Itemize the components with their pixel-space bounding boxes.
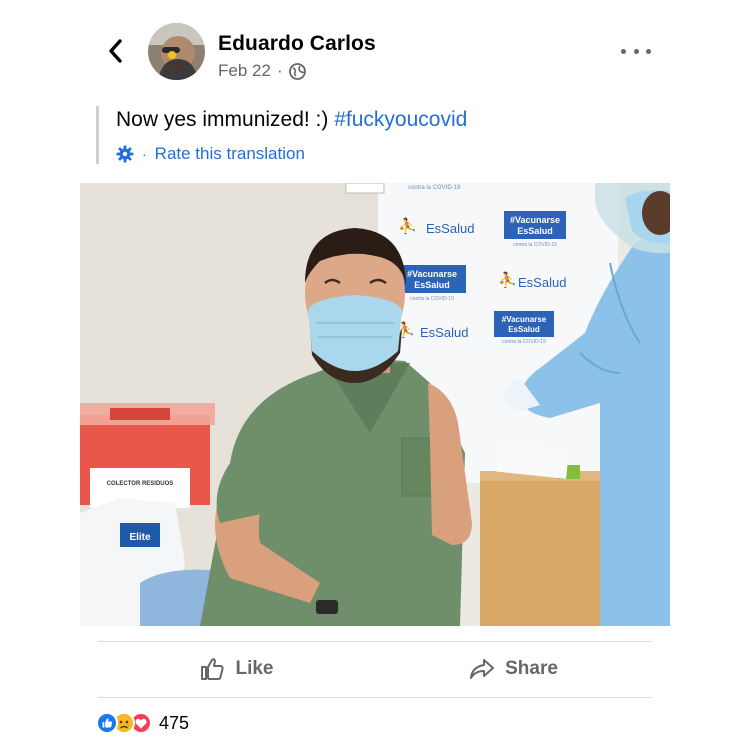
banner-tag-line2: EsSalud [508, 325, 540, 334]
like-label: Like [235, 658, 274, 679]
hashtag-link[interactable]: #fuckyoucovid [334, 108, 467, 131]
vaccination-photo: contra la COVID-19 ⛹ EsSalud #Vacunarse … [80, 183, 670, 626]
banner-tag: #Vacunarse EsSalud contra la COVID-19 [504, 211, 566, 248]
reaction-count: 475 [159, 712, 190, 733]
globe-icon [288, 62, 306, 80]
post-body: Now yes immunized! :) #fuckyoucovid · Ra… [96, 106, 656, 164]
post-header: Eduardo Carlos Feb 22 · [0, 0, 750, 100]
sharps-container: COLECTOR RESIDUOS [80, 403, 215, 508]
share-arrow-icon [470, 659, 495, 679]
post-text-content: Now yes immunized! :) [116, 108, 335, 131]
banner-tag-line2: EsSalud [517, 226, 553, 236]
banner-tag-line1: #Vacunarse [502, 315, 547, 324]
post-text: Now yes immunized! :) #fuckyoucovid [116, 106, 656, 134]
more-dot-icon [633, 48, 639, 54]
banner-tag: #Vacunarse EsSalud contra la COVID-19 [494, 311, 554, 345]
translation-separator: · [142, 146, 147, 162]
post-photo[interactable]: contra la COVID-19 ⛹ EsSalud #Vacunarse … [80, 183, 670, 626]
more-dot-icon [646, 48, 651, 54]
meta-separator: · [276, 61, 283, 80]
bag-label: Elite [129, 532, 151, 543]
post-meta: Feb 22 · [218, 61, 306, 81]
banner-sub: contra la COVID-19 [410, 296, 454, 302]
gear-icon[interactable] [116, 145, 134, 163]
chevron-left-icon [109, 39, 122, 63]
banner-brand: EsSalud [420, 325, 468, 340]
more-options-button[interactable] [621, 44, 651, 58]
rate-translation-link[interactable]: Rate this translation [155, 144, 305, 164]
container-label: COLECTOR RESIDUOS [107, 481, 174, 487]
banner-tag-line1: #Vacunarse [407, 269, 457, 279]
reaction-summary[interactable]: 475 [96, 712, 189, 734]
banner-brand: EsSalud [426, 221, 474, 236]
more-dot-icon [621, 48, 626, 54]
translation-row: · Rate this translation [116, 144, 656, 164]
banner-tag-line2: EsSalud [414, 280, 450, 290]
post-actions: Like Share [98, 642, 652, 696]
share-label: Share [505, 658, 558, 679]
post-date[interactable]: Feb 22 [218, 61, 271, 81]
avatar-image [148, 23, 205, 80]
share-button[interactable]: Share [375, 642, 652, 696]
like-reaction-icon [96, 712, 118, 734]
banner-sub: contra la COVID-19 [502, 339, 546, 345]
svg-text:⛹: ⛹ [398, 216, 417, 235]
banner-tag-line1: #Vacunarse [510, 215, 560, 225]
svg-text:⛹: ⛹ [498, 270, 517, 289]
banner-sub: contra la COVID-19 [513, 242, 557, 248]
banner-top-text: contra la COVID-19 [408, 185, 461, 191]
actions-divider-bottom [98, 697, 652, 698]
back-button[interactable] [100, 36, 130, 66]
like-button[interactable]: Like [98, 642, 375, 696]
thumbs-up-icon [201, 658, 225, 680]
author-name[interactable]: Eduardo Carlos [218, 32, 376, 56]
banner-brand: EsSalud [518, 275, 566, 290]
avatar[interactable] [148, 23, 205, 80]
